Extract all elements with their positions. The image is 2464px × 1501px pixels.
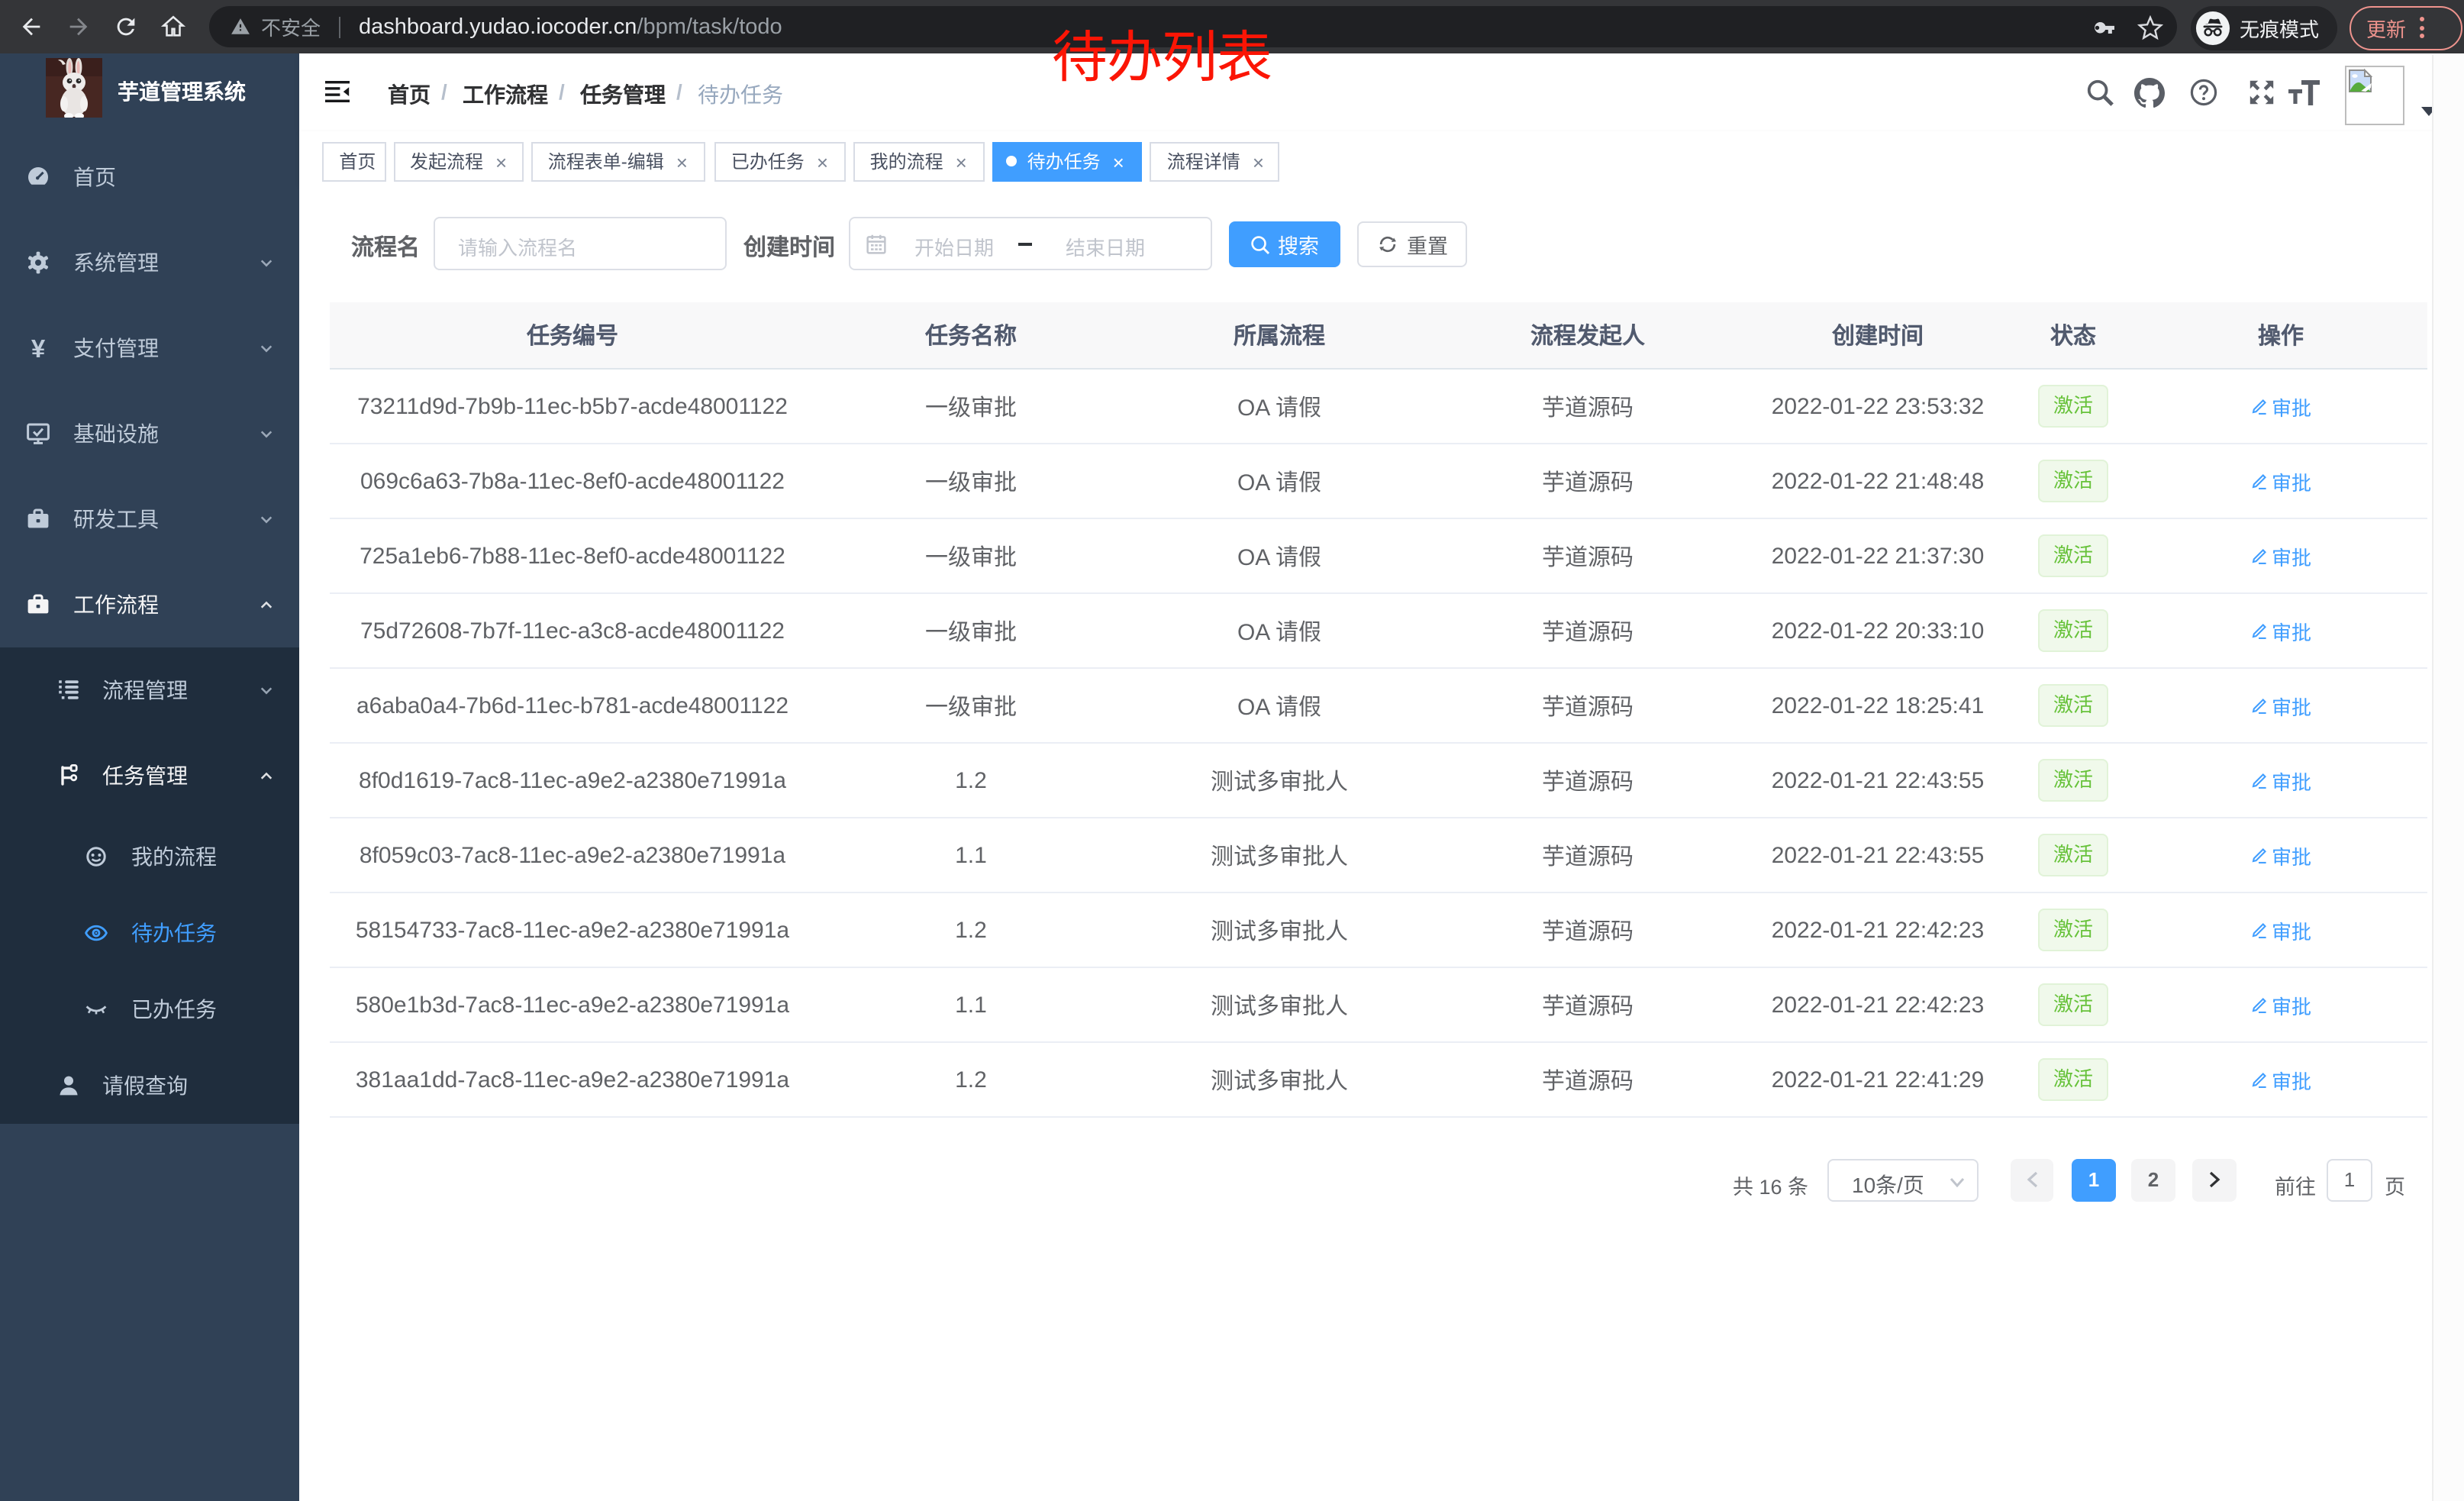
svg-text:¥: ¥ (31, 336, 46, 360)
